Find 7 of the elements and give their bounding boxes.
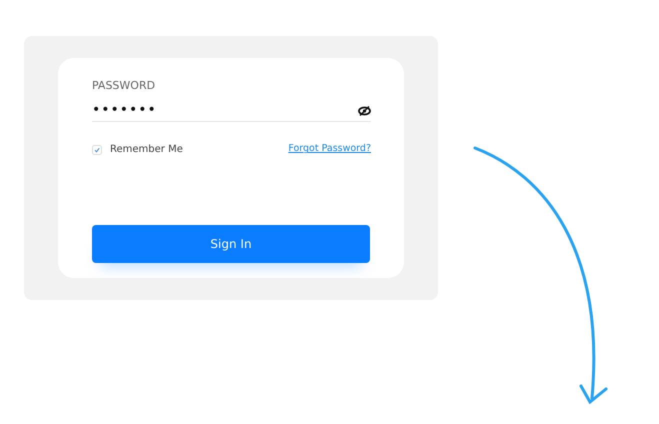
remember-label: Remember Me xyxy=(110,143,183,157)
remember-checkbox[interactable] xyxy=(92,144,102,154)
password-field[interactable]: ••••••• xyxy=(92,100,371,122)
sign-in-button[interactable]: Sign In xyxy=(92,225,370,263)
eye-slash-icon[interactable] xyxy=(358,106,371,116)
password-label: PASSWORD xyxy=(92,78,156,94)
forgot-password-link[interactable]: Forgot Password? xyxy=(288,142,371,157)
